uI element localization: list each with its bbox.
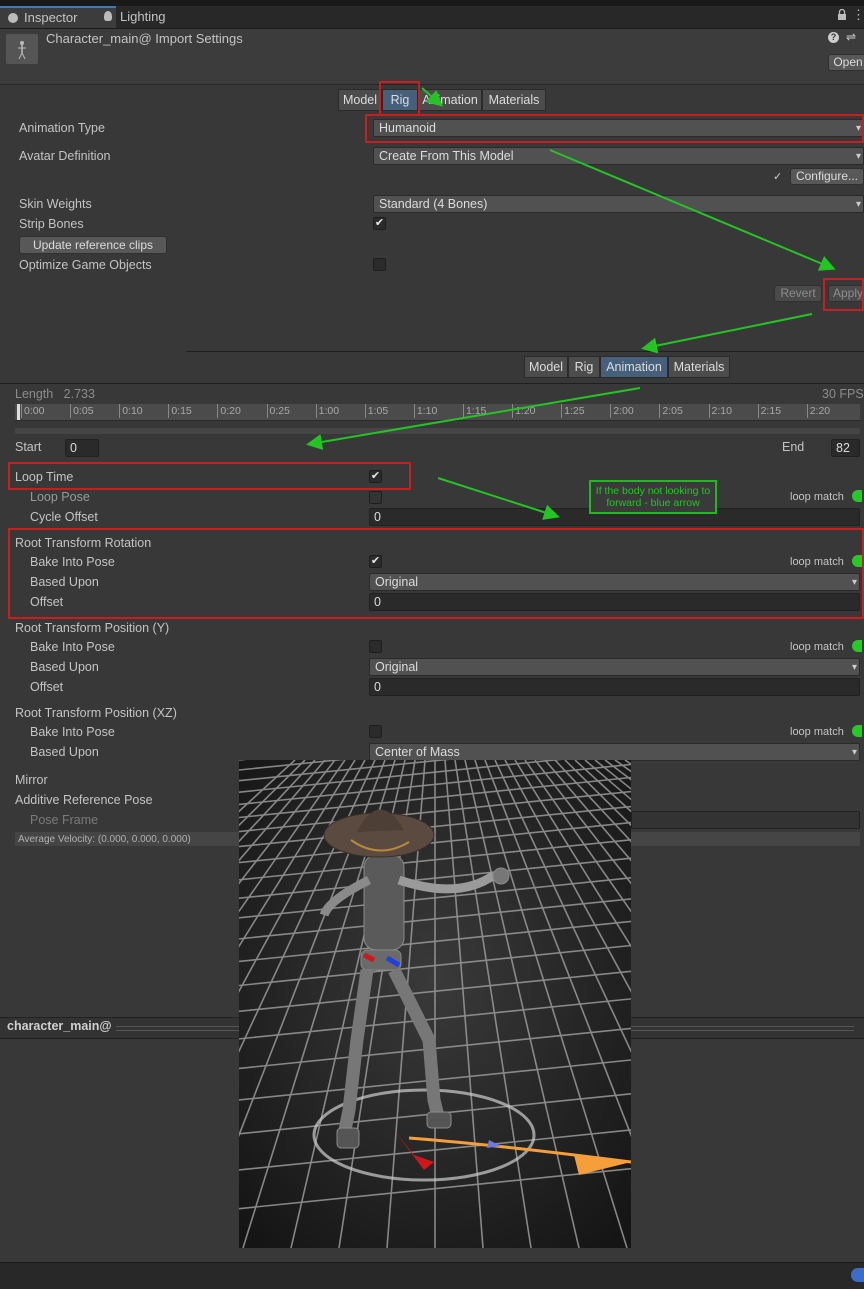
collaborate-icon[interactable] xyxy=(851,1268,864,1282)
annotation-arrows xyxy=(306,87,836,520)
status-bar xyxy=(0,1262,864,1289)
